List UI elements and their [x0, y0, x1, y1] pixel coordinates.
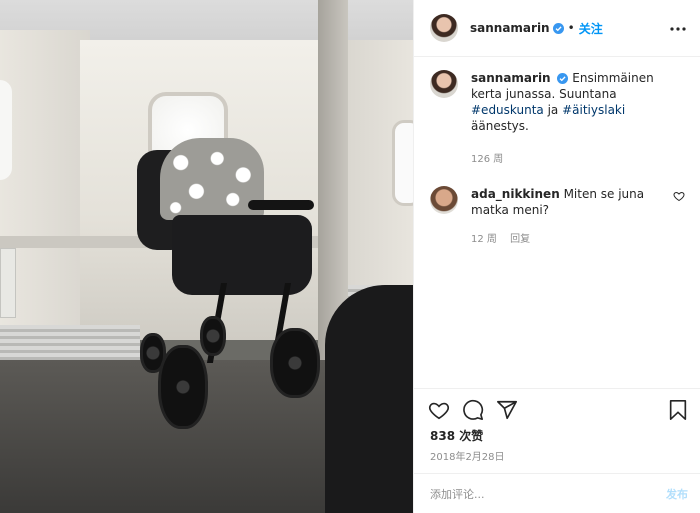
comment-meta: 12 周 回复: [471, 232, 665, 248]
header-username[interactable]: sannamarin: [470, 21, 550, 35]
comment-input[interactable]: [430, 484, 640, 504]
caption-username[interactable]: sannamarin: [471, 71, 551, 85]
comment-age[interactable]: 12 周: [471, 234, 497, 245]
post-side-panel: sannamarin • 关注 sannamarin Ensimmäinen k…: [413, 0, 700, 513]
caption-meta: 126 周: [471, 152, 685, 168]
comment-icon[interactable]: [462, 399, 484, 421]
avatar[interactable]: [430, 14, 458, 42]
photo-stroller-wheel: [200, 316, 226, 356]
caption-text: ja: [543, 103, 563, 117]
header-separator: •: [567, 21, 575, 35]
comment-like-heart-icon[interactable]: [673, 190, 685, 202]
likes-count[interactable]: 838 次赞: [430, 427, 483, 444]
post-header: sannamarin • 关注: [414, 0, 700, 57]
photo-wall-sign: [0, 248, 16, 318]
comment-body: ada_nikkinen Miten se juna matka meni? 1…: [471, 186, 665, 248]
verified-badge-icon: [552, 22, 564, 34]
action-icons: [428, 399, 530, 421]
caption-age[interactable]: 126 周: [471, 154, 503, 165]
photo-stroller-wheel: [270, 328, 320, 398]
post-photo[interactable]: [0, 0, 413, 513]
more-options-icon[interactable]: [669, 20, 687, 38]
avatar[interactable]: [430, 186, 458, 214]
comment-username[interactable]: ada_nikkinen: [471, 187, 560, 201]
photo-person-shoulder: [325, 285, 413, 513]
add-comment-bar: 发布: [414, 473, 700, 513]
hashtag-link[interactable]: #äitiyslaki: [562, 103, 625, 117]
share-icon[interactable]: [496, 399, 518, 421]
post-actions: 838 次赞 2018年2月28日 发布: [414, 388, 700, 513]
avatar[interactable]: [430, 70, 458, 98]
caption-body: sannamarin Ensimmäinen kerta junassa. Su…: [471, 70, 685, 168]
comment-item: ada_nikkinen Miten se juna matka meni? 1…: [430, 186, 685, 248]
bookmark-icon[interactable]: [667, 399, 689, 421]
heart-icon[interactable]: [428, 399, 450, 421]
caption: sannamarin Ensimmäinen kerta junassa. Su…: [430, 70, 685, 168]
follow-button[interactable]: 关注: [579, 20, 603, 37]
post-date[interactable]: 2018年2月28日: [430, 448, 505, 463]
photo-window-left: [0, 80, 12, 180]
hashtag-link[interactable]: #eduskunta: [471, 103, 544, 117]
caption-text: äänestys.: [471, 119, 529, 133]
photo-stroller-handle: [248, 200, 314, 210]
reply-button[interactable]: 回复: [510, 234, 530, 245]
comments-section: sannamarin Ensimmäinen kerta junassa. Su…: [414, 58, 700, 388]
post-comment-button[interactable]: 发布: [666, 486, 688, 502]
photo-window-right: [392, 120, 413, 206]
instagram-post: sannamarin • 关注 sannamarin Ensimmäinen k…: [0, 0, 700, 513]
photo-stroller-wheel: [158, 345, 208, 429]
verified-badge-icon: [557, 73, 569, 84]
